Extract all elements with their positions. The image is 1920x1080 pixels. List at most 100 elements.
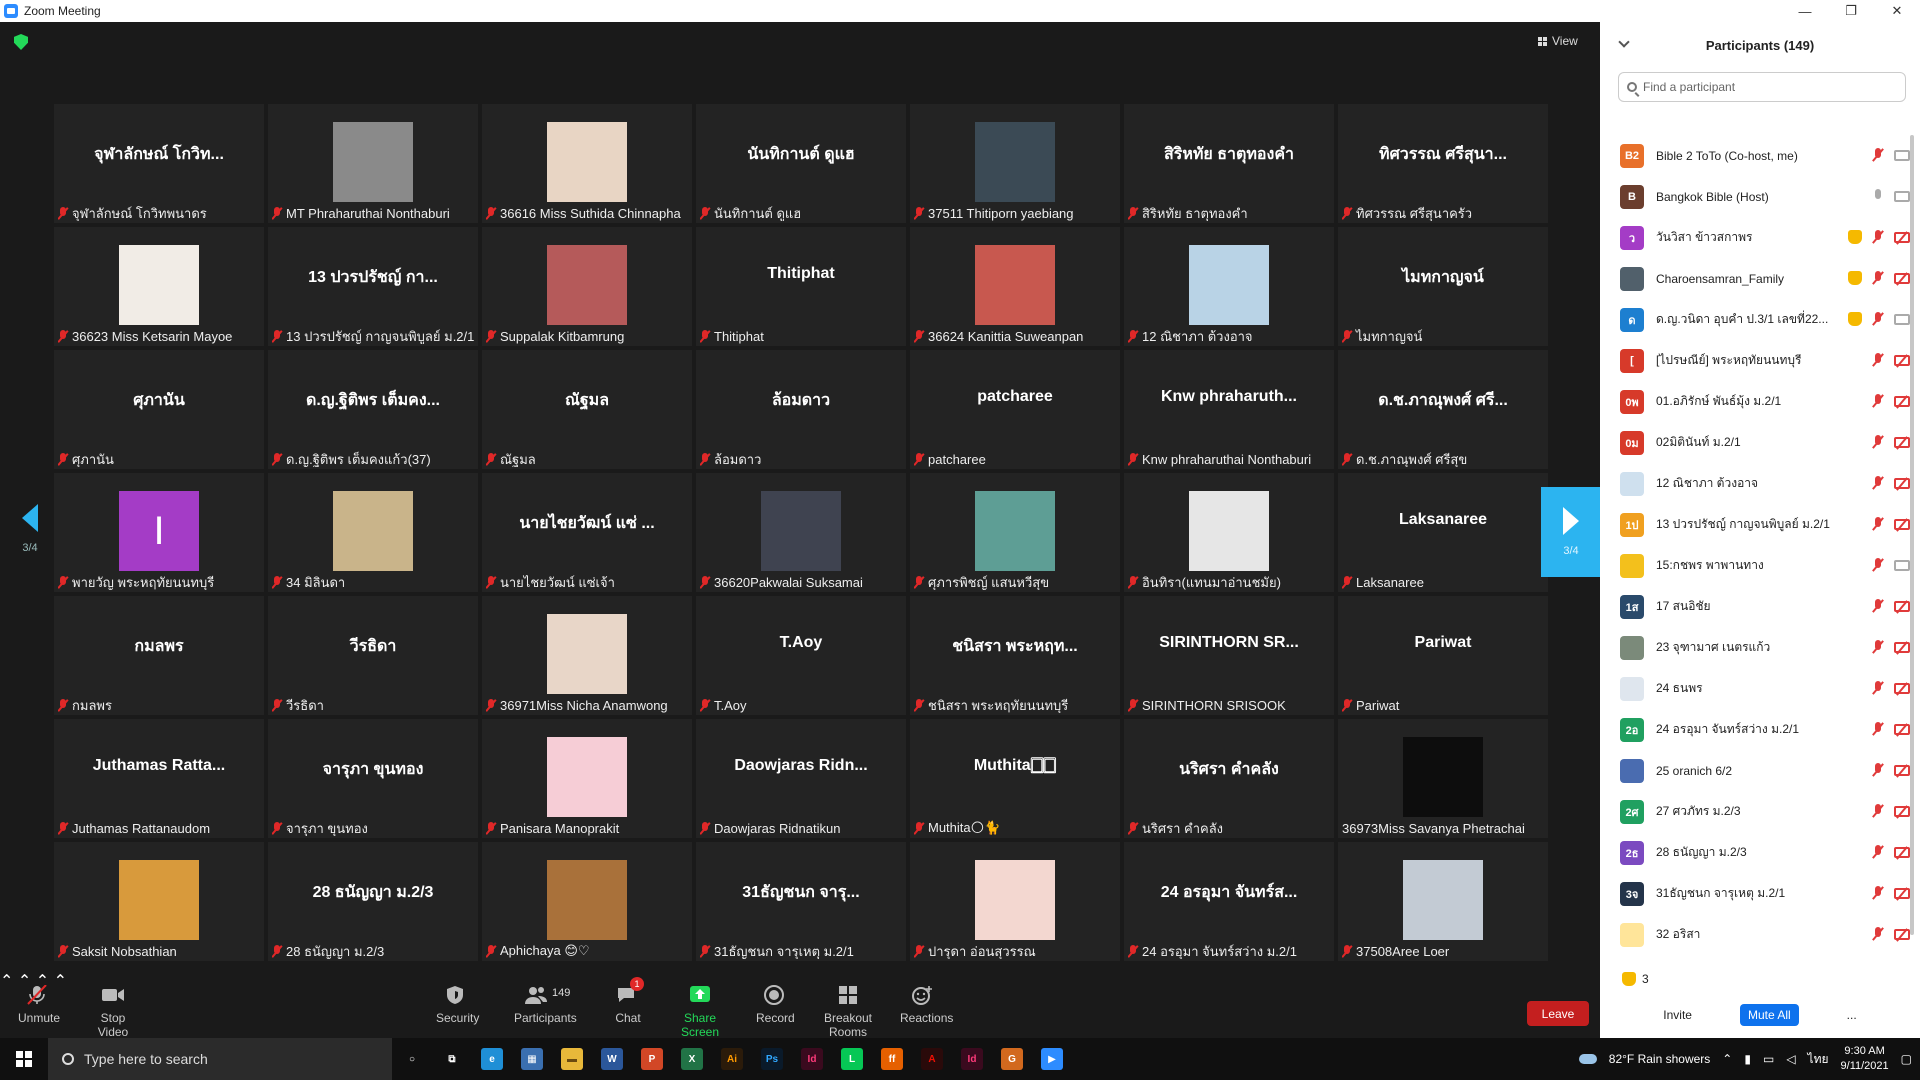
task-view-icon[interactable]: ⧉ [432,1038,472,1080]
participant-row[interactable]: Charoensamran_Family [1600,258,1910,299]
video-tile[interactable]: ณัฐมล ณัฐมล [482,350,692,469]
breakout-rooms-button[interactable]: Breakout Rooms [810,985,886,1039]
video-tile[interactable]: 36971Miss Nicha Anamwong [482,596,692,715]
previous-page-button[interactable]: 3/4 [0,484,60,574]
leave-button[interactable]: Leave [1527,1001,1589,1026]
indesign-icon[interactable]: Id [792,1038,832,1080]
mic-muted-icon[interactable] [1872,476,1884,490]
chat-button[interactable]: 1 Chat [613,977,644,1025]
participant-row[interactable]: B2 Bible 2 ToTo (Co-host, me) [1600,135,1910,176]
video-tile[interactable]: ปารุดา อ่อนสุวรรณ [910,842,1120,961]
participant-row[interactable]: 2อ 24 อรอุมา จันทร์สว่าง ม.2/1 [1600,709,1910,750]
video-tile[interactable]: ด.ญ.ฐิติพร เต็มคง... ด.ญ.ฐิติพร เต็มคงแก้… [268,350,478,469]
video-tile[interactable]: Knw phraharuth... Knw phraharuthai Nontha… [1124,350,1334,469]
powerpoint-icon[interactable]: P [632,1038,672,1080]
video-tile[interactable]: นริศรา คำคลัง นริศรา คำคลัง [1124,719,1334,838]
participant-row[interactable]: 3จ 31ธัญชนก จารุเหตุ ม.2/1 [1600,873,1910,914]
video-tile[interactable]: ทิศวรรณ ศรีสุนา... ทิศวรรณ ศรีสุนาครัว [1338,104,1548,223]
mic-muted-icon[interactable] [1872,517,1884,531]
collapse-chevron-icon[interactable] [1618,36,1630,48]
firefox-icon[interactable]: ff [872,1038,912,1080]
volume-icon[interactable]: ◁ [1786,1052,1795,1066]
indesign2-icon[interactable]: Id [952,1038,992,1080]
mic-muted-icon[interactable] [1872,886,1884,900]
word-icon[interactable]: W [592,1038,632,1080]
mic-muted-icon[interactable] [1872,722,1884,736]
mic-muted-icon[interactable] [1872,435,1884,449]
grammarly-icon[interactable]: G [992,1038,1032,1080]
video-tile[interactable]: Pariwat Pariwat [1338,596,1548,715]
mic-muted-icon[interactable] [1872,230,1884,244]
stop-video-button[interactable]: Stop Video [88,985,138,1039]
mic-muted-icon[interactable] [1872,353,1884,367]
video-tile[interactable]: จารุภา ขุนทอง จารุภา ขุนทอง [268,719,478,838]
video-tile[interactable]: วีรธิดา วีรธิดา [268,596,478,715]
video-tile[interactable]: Daowjaras Ridn... Daowjaras Ridnatikun [696,719,906,838]
participant-row[interactable]: 12 ณิชาภา ต้วงอาจ [1600,463,1910,504]
video-tile[interactable]: 28 ธนัญญา ม.2/3 28 ธนัญญา ม.2/3 [268,842,478,961]
minimize-button[interactable]: — [1782,0,1828,22]
line-icon[interactable]: L [832,1038,872,1080]
video-tile[interactable]: 36623 Miss Ketsarin Mayoe [54,227,264,346]
participant-search-input[interactable]: Find a participant [1618,72,1906,102]
participant-row[interactable]: 25 oranich 6/2 [1600,750,1910,791]
zoom-icon[interactable]: ▶ [1032,1038,1072,1080]
video-tile[interactable]: Muthita🀆🀆 Muthita🌕🐈 [910,719,1120,838]
video-tile[interactable]: Thitiphat Thitiphat [696,227,906,346]
mic-muted-icon[interactable] [1872,804,1884,818]
close-button[interactable]: ✕ [1874,0,1920,22]
mic-muted-icon[interactable] [1872,394,1884,408]
mic-muted-icon[interactable] [1872,558,1884,572]
participant-row[interactable]: 1ส 17 สนอิชัย [1600,586,1910,627]
audio-options-caret[interactable]: ⌃ [0,973,13,990]
video-tile[interactable]: ล้อมดาว ล้อมดาว [696,350,906,469]
participant-row[interactable]: 0พ 01.อภิรักษ์ พันธ์มุ้ง ม.2/1 [1600,381,1910,422]
mic-muted-icon[interactable] [1872,271,1884,285]
video-tile[interactable]: กมลพร กมลพร [54,596,264,715]
participant-list-scrollbar[interactable] [1910,135,1916,965]
video-tile[interactable]: 37508Aree Loer [1338,842,1548,961]
video-tile[interactable]: อินทิรา(แทนมาอ่านชมัย) [1124,473,1334,592]
video-tile[interactable]: นายไชยวัฒน์ แซ่ ... นายไชยวัฒน์ แซ่เจ้า [482,473,692,592]
video-tile[interactable]: T.Aoy T.Aoy [696,596,906,715]
mic-muted-icon[interactable] [1872,640,1884,654]
video-tile[interactable]: 36616 Miss Suthida Chinnapha [482,104,692,223]
video-tile[interactable]: ศุภารพิชญ์ แสนหวีสุข [910,473,1120,592]
video-tile[interactable]: MT Phraharuthai Nonthaburi [268,104,478,223]
edge-icon[interactable]: e [472,1038,512,1080]
video-tile[interactable]: 31ธัญชนก จารุ... 31ธัญชนก จารุเหตุ ม.2/1 [696,842,906,961]
video-tile[interactable]: จุฬาลักษณ์ โกวิท... จุฬาลักษณ์ โกวิทพนาดร [54,104,264,223]
participants-button[interactable]: 149 Participants [514,985,577,1025]
participant-row[interactable]: ด ด.ญ.วนิดา อุบคำ ป.3/1 เลขที่22... [1600,299,1910,340]
video-tile[interactable]: ด.ช.ภาณุพงศ์ ศรี... ด.ช.ภาณุพงศ์ ศรีสุข [1338,350,1548,469]
participant-row[interactable]: ว วันวิสา ข้าวสกาพร [1600,217,1910,258]
microphone-tray-icon[interactable]: ▮ [1744,1052,1751,1066]
tray-chevron-icon[interactable]: ⌃ [1722,1052,1732,1066]
reactions-button[interactable]: Reactions [900,985,953,1025]
clock[interactable]: 9:30 AM 9/11/2021 [1841,1044,1889,1074]
security-button[interactable]: Security [436,985,479,1025]
language-indicator[interactable]: ไทย [1808,1050,1829,1069]
next-page-button[interactable]: 3/4 [1541,487,1601,577]
mic-muted-icon[interactable] [1872,763,1884,777]
photoshop-icon[interactable]: Ps [752,1038,792,1080]
encryption-shield-icon[interactable] [14,34,28,50]
participant-row[interactable]: 1ป 13 ปวรปรัชญ์ กาญจนพิบูลย์ ม.2/1 [1600,504,1910,545]
video-tile[interactable]: Juthamas Ratta... Juthamas Rattanaudom [54,719,264,838]
mic-muted-icon[interactable] [1872,148,1884,162]
video-tile[interactable]: 36620Pakwalai Suksamai [696,473,906,592]
mic-muted-icon[interactable] [1872,681,1884,695]
file-explorer-icon[interactable]: ▬ [552,1038,592,1080]
video-tile[interactable]: SIRINTHORN SR... SIRINTHORN SRISOOK [1124,596,1334,715]
mic-muted-icon[interactable] [1872,599,1884,613]
video-tile[interactable]: สิริหทัย ธาตุทองคำ สิริหทัย ธาตุทองคำ [1124,104,1334,223]
record-button[interactable]: Record [756,985,795,1025]
participant-row[interactable]: 0ม 02มิตินันท์ ม.2/1 [1600,422,1910,463]
mic-icon[interactable] [1872,189,1884,203]
participant-row[interactable]: 2ศ 27 ศวภัทร ม.2/3 [1600,791,1910,832]
mic-muted-icon[interactable] [1872,927,1884,941]
video-tile[interactable]: 34 มิลินดา [268,473,478,592]
restore-button[interactable]: ❐ [1828,0,1874,22]
video-tile[interactable]: Saksit Nobsathian [54,842,264,961]
illustrator-icon[interactable]: Ai [712,1038,752,1080]
